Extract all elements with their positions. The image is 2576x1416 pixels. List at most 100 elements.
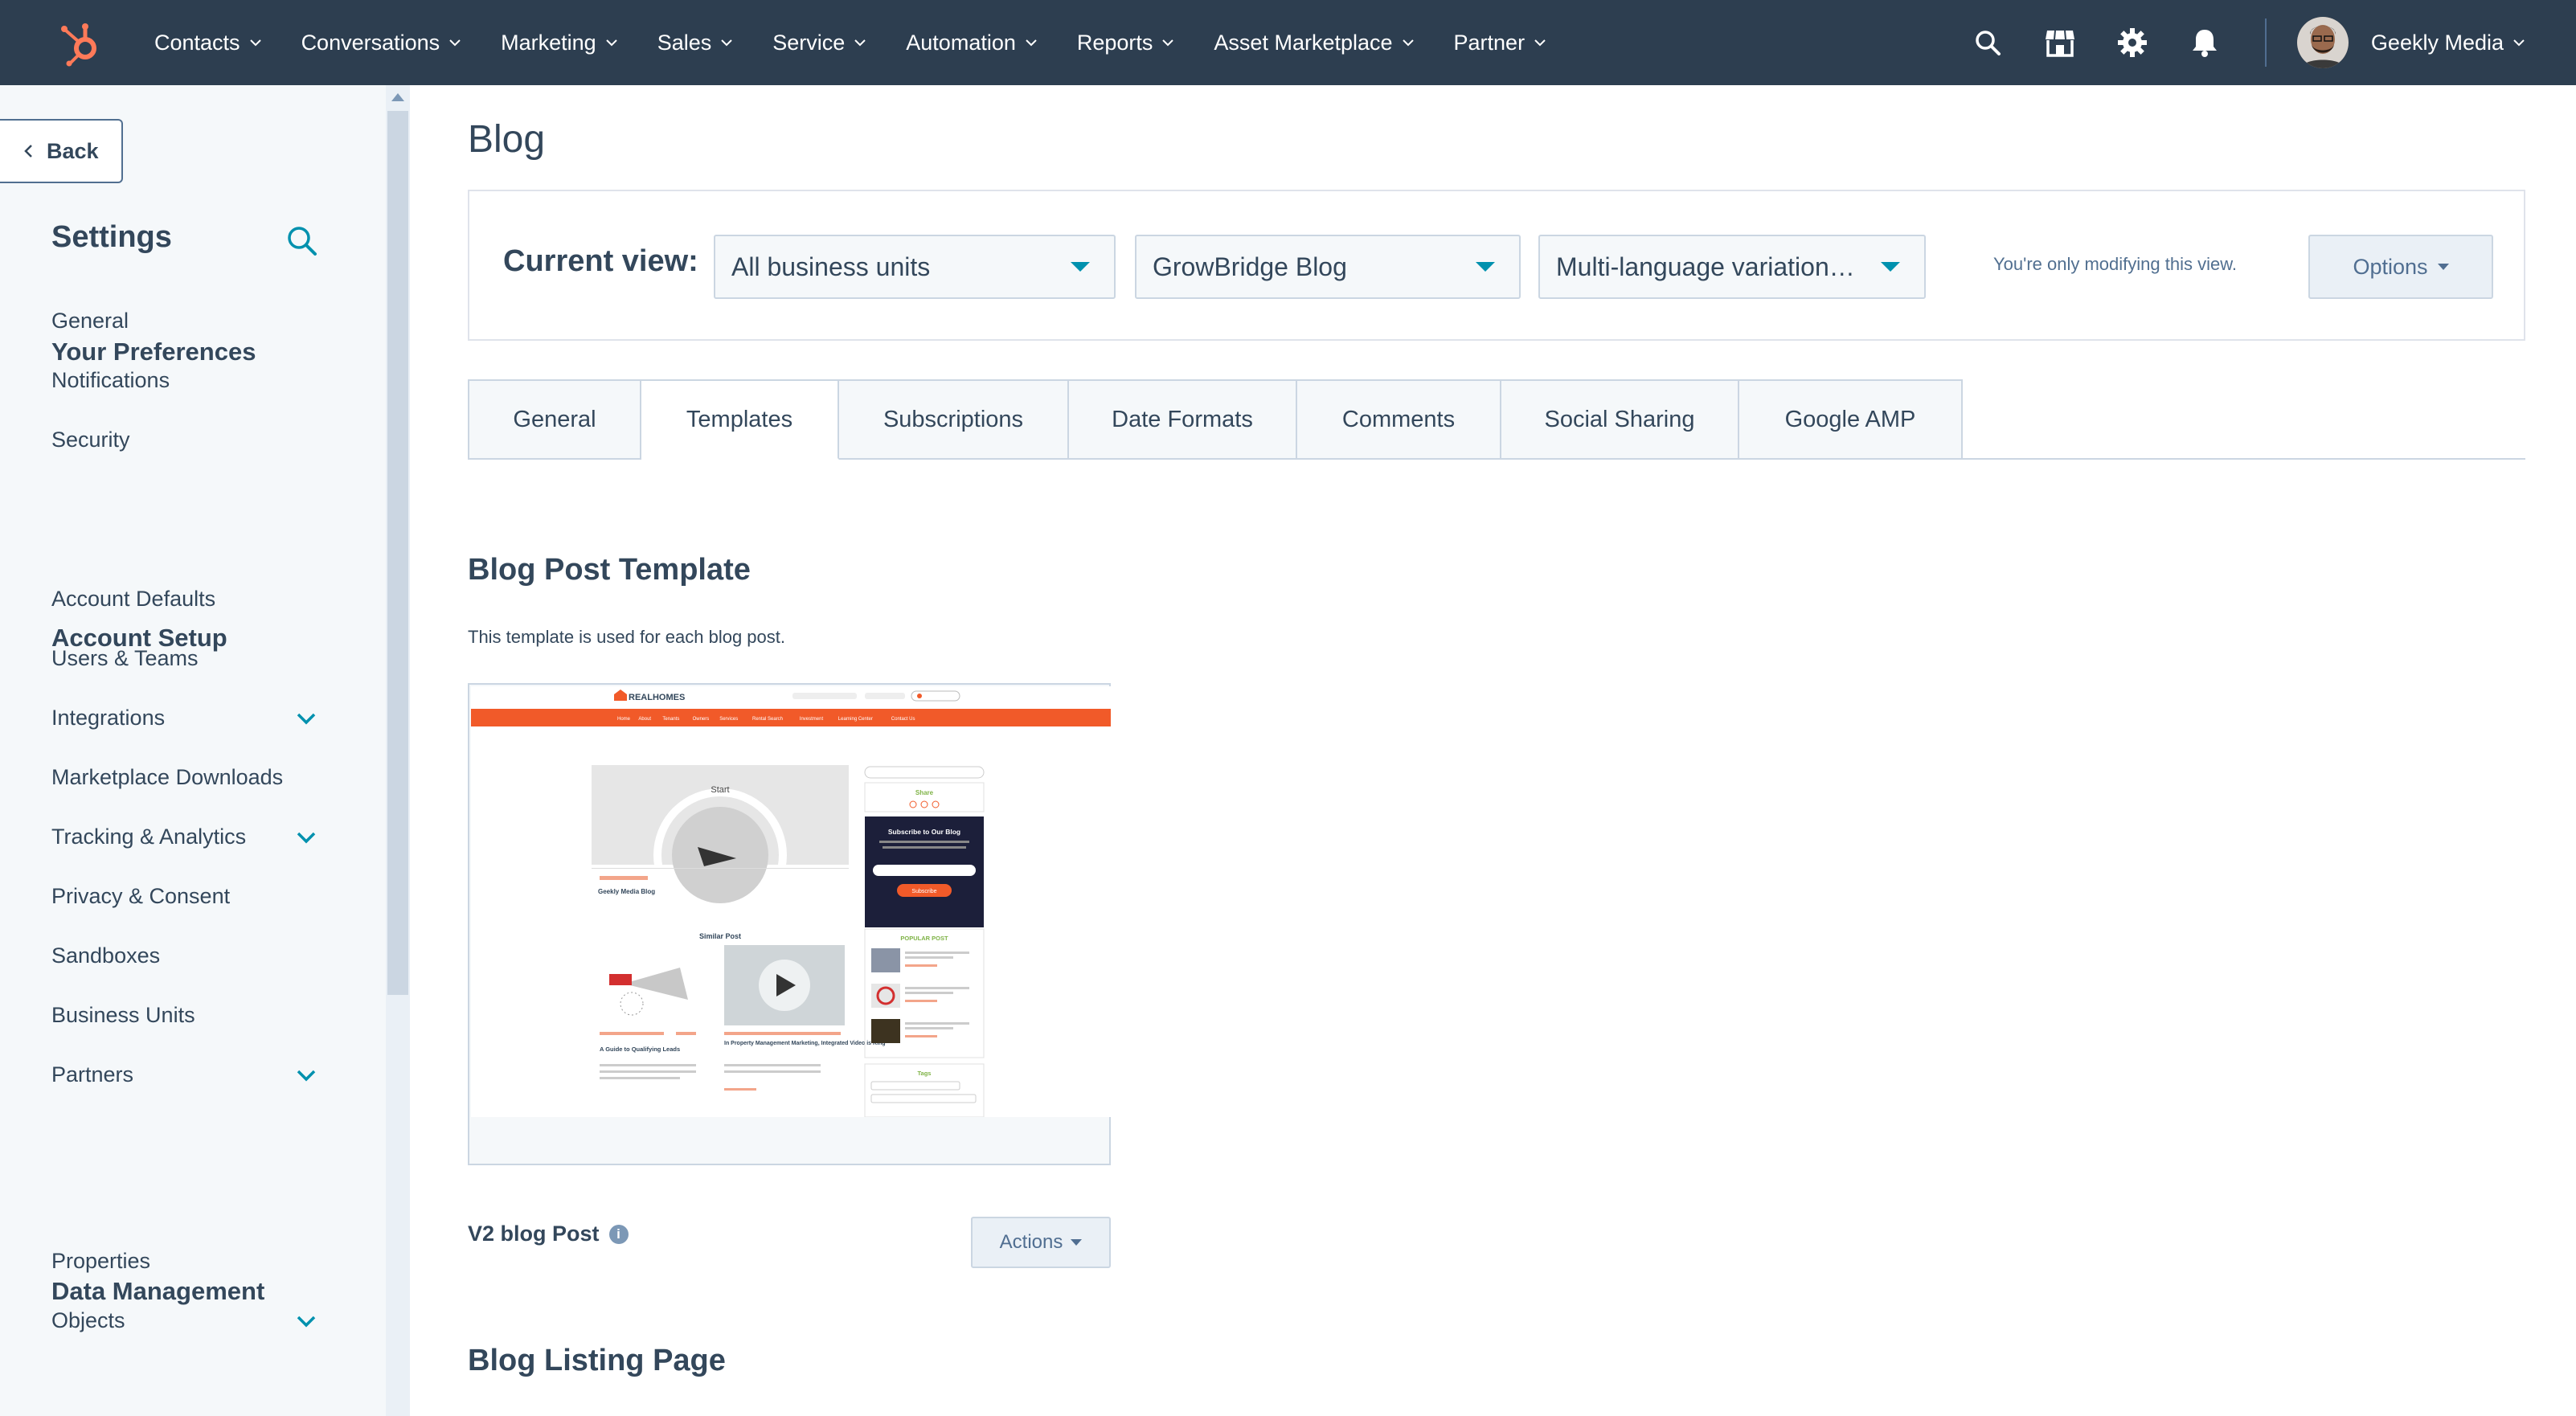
tab-google-amp[interactable]: Google AMP — [1739, 379, 1963, 460]
thumb-subscribe-title: Subscribe to Our Blog — [888, 828, 960, 836]
sidebar-item-privacy-consent[interactable]: Privacy & Consent — [51, 884, 317, 909]
settings-tabs: General Templates Subscriptions Date Format… — [468, 379, 1963, 460]
sidebar-item-partners[interactable]: Partners — [51, 1062, 317, 1087]
blog-listing-page-title: Blog Listing Page — [468, 1344, 726, 1377]
sidebar-item-properties[interactable]: Properties — [51, 1249, 317, 1274]
nav-item-label: Sales — [657, 30, 712, 55]
nav-item-partner[interactable]: Partner — [1454, 31, 1548, 55]
nav-item-automation[interactable]: Automation — [906, 31, 1038, 55]
blog-select-value: GrowBridge Blog — [1153, 252, 1347, 281]
search-icon[interactable] — [1951, 0, 2024, 85]
nav-item-label: Conversations — [301, 30, 440, 55]
thumb-nav-link: Learning Center — [838, 717, 873, 722]
chevron-down-icon — [1402, 39, 1414, 47]
business-unit-select[interactable]: All business units — [714, 235, 1116, 299]
tab-social-sharing[interactable]: Social Sharing — [1501, 379, 1739, 460]
nav-item-marketing[interactable]: Marketing — [501, 31, 619, 55]
tab-comments[interactable]: Comments — [1297, 379, 1501, 460]
nav-item-label: Service — [772, 30, 846, 55]
sidebar-item-label: Partners — [51, 1062, 134, 1087]
info-icon[interactable]: i — [608, 1224, 629, 1244]
sidebar-item-account-defaults[interactable]: Account Defaults — [51, 587, 317, 612]
actions-button[interactable]: Actions — [971, 1217, 1111, 1268]
sidebar-item-integrations[interactable]: Integrations — [51, 706, 317, 731]
caret-down-icon — [1881, 262, 1900, 272]
sidebar-item-business-units[interactable]: Business Units — [51, 1003, 317, 1028]
caret-down-icon — [1071, 1239, 1083, 1246]
template-preview-thumbnail[interactable]: REALHOMES Home About Tenants Owners Services… — [471, 686, 1111, 1117]
options-button[interactable]: Options — [2308, 235, 2493, 299]
chevron-down-icon[interactable] — [296, 711, 317, 726]
nav-item-sales[interactable]: Sales — [657, 31, 735, 55]
sidebar-section-data-management: Data Management — [51, 1277, 265, 1305]
sidebar-item-notifications[interactable]: Notifications — [51, 368, 317, 393]
scroll-up-arrow-icon[interactable] — [391, 93, 404, 101]
tab-subscriptions[interactable]: Subscriptions — [839, 379, 1069, 460]
blog-post-template-card[interactable]: REALHOMES Home About Tenants Owners Services… — [468, 683, 1111, 1165]
chevron-down-icon — [249, 39, 261, 47]
sidebar-item-general[interactable]: General — [51, 309, 317, 334]
tab-templates[interactable]: Templates — [641, 379, 839, 460]
tab-general[interactable]: General — [468, 379, 641, 460]
thumb-card-title-1: A Guide to Qualifying Leads — [600, 1046, 680, 1053]
sidebar-item-label: Tracking & Analytics — [51, 825, 247, 849]
sidebar-item-label: Marketplace Downloads — [51, 765, 284, 789]
sidebar-item-objects[interactable]: Objects — [51, 1308, 317, 1333]
nav-item-reports[interactable]: Reports — [1077, 31, 1176, 55]
sidebar-item-label: Properties — [51, 1249, 151, 1273]
chevron-down-icon — [605, 39, 617, 47]
nav-item-label: Automation — [906, 30, 1016, 55]
template-name-label: V2 blog Post — [468, 1222, 600, 1246]
sidebar-section-your-preferences: Your Preferences — [51, 338, 256, 366]
tab-date-formats[interactable]: Date Formats — [1069, 379, 1297, 460]
thumb-card-title-2: In Property Management Marketing, Integr… — [724, 1041, 886, 1046]
chevron-down-icon[interactable] — [296, 830, 317, 845]
nav-divider — [2264, 18, 2267, 67]
sidebar-item-marketplace-downloads[interactable]: Marketplace Downloads — [51, 765, 317, 790]
options-button-label: Options — [2353, 254, 2428, 279]
thumb-nav-link: Home — [617, 717, 631, 722]
thumb-share-label: Share — [915, 789, 934, 796]
caret-down-icon — [1476, 262, 1495, 272]
sidebar-item-users-teams[interactable]: Users & Teams — [51, 646, 317, 671]
caret-down-icon — [2437, 264, 2449, 270]
blog-select[interactable]: GrowBridge Blog — [1135, 235, 1521, 299]
account-menu[interactable]: Geekly Media — [2371, 31, 2526, 55]
chevron-down-icon — [2513, 39, 2525, 47]
language-variation-select[interactable]: Multi-language variation… — [1538, 235, 1926, 299]
thumb-nav-link: Services — [719, 717, 738, 722]
thumb-nav-link: About — [638, 717, 651, 722]
page-title: Blog — [468, 118, 546, 161]
nav-item-asset-marketplace[interactable]: Asset Marketplace — [1214, 31, 1415, 55]
thumb-brand: REALHOMES — [629, 693, 685, 702]
settings-title: Settings — [51, 220, 172, 254]
chevron-down-icon[interactable] — [296, 1068, 317, 1082]
sidebar-item-label: Business Units — [51, 1003, 195, 1027]
sidebar-item-label: Account Defaults — [51, 587, 216, 611]
sidebar-item-security[interactable]: Security — [51, 428, 317, 452]
avatar[interactable] — [2296, 17, 2349, 68]
sidebar-item-tracking-analytics[interactable]: Tracking & Analytics — [51, 825, 317, 849]
chevron-down-icon[interactable] — [296, 1314, 317, 1328]
nav-item-service[interactable]: Service — [772, 31, 867, 55]
thumb-similar-label: Similar Post — [699, 932, 741, 940]
sidebar-scroll-thumb[interactable] — [387, 111, 408, 995]
sidebar-item-label: Users & Teams — [51, 646, 199, 670]
notifications-bell-icon[interactable] — [2169, 0, 2241, 85]
sidebar-item-label: Objects — [51, 1308, 125, 1332]
sidebar-item-label: Notifications — [51, 368, 170, 392]
thumb-nav-link: Investment — [800, 717, 824, 722]
top-navigation-bar: Contacts Conversations Marketing Sales Servi… — [0, 0, 2576, 85]
hubspot-logo-icon[interactable] — [56, 19, 104, 68]
nav-item-contacts[interactable]: Contacts — [154, 31, 263, 55]
sidebar-item-sandboxes[interactable]: Sandboxes — [51, 943, 317, 968]
settings-search-icon[interactable] — [286, 225, 318, 257]
chevron-down-icon — [721, 39, 732, 47]
nav-item-conversations[interactable]: Conversations — [301, 31, 463, 55]
back-button[interactable]: Back — [0, 119, 123, 183]
marketplace-icon[interactable] — [2024, 0, 2096, 85]
current-view-panel: Current view: All business units GrowBri… — [468, 190, 2525, 341]
business-unit-select-value: All business units — [731, 252, 931, 281]
thumb-nav-link: Owners — [693, 717, 710, 722]
gear-icon[interactable] — [2096, 0, 2169, 85]
